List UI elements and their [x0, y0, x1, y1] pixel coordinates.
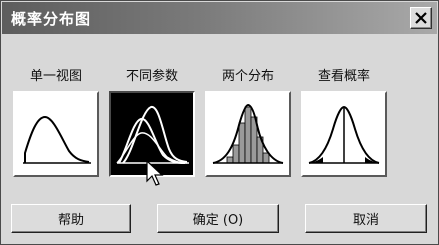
- option-label: 单一视图: [29, 69, 82, 84]
- probability-distribution-dialog: 概率分布图 单一视图 不同参数 两个分布 查看概率 帮助 确定 (O) 取消: [0, 0, 439, 245]
- option-label: 查看概率: [317, 69, 370, 84]
- option-label: 不同参数: [125, 69, 178, 84]
- single-view-thumbnail[interactable]: [13, 91, 99, 177]
- option-two-distributions[interactable]: 两个分布: [203, 69, 293, 177]
- view-probability-thumbnail[interactable]: [301, 91, 387, 177]
- histogram-curve-graphic: [212, 103, 284, 164]
- option-label: 两个分布: [221, 69, 274, 84]
- title-bar: 概率分布图: [2, 2, 437, 34]
- cancel-button[interactable]: 取消: [305, 204, 427, 233]
- option-varying-parameters[interactable]: 不同参数: [107, 69, 197, 177]
- close-button[interactable]: [410, 7, 432, 29]
- window-title: 概率分布图: [11, 10, 92, 28]
- shaded-tails-graphic: [308, 105, 380, 164]
- help-button[interactable]: 帮助: [11, 204, 131, 233]
- option-single-view[interactable]: 单一视图: [11, 69, 101, 177]
- option-view-probability[interactable]: 查看概率: [299, 69, 389, 177]
- close-icon: [415, 12, 427, 24]
- mouse-pointer-icon: [146, 160, 164, 186]
- ok-button[interactable]: 确定 (O): [157, 204, 279, 233]
- single-curve-graphic: [23, 115, 91, 164]
- two-distributions-thumbnail[interactable]: [205, 91, 291, 177]
